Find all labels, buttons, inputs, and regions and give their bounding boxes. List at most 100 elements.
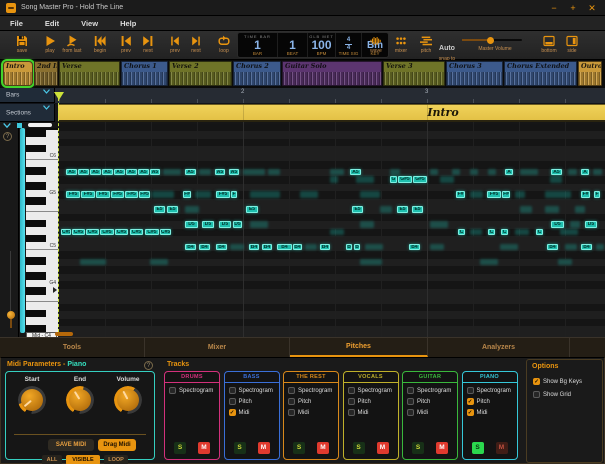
overview-segment[interactable]: Chorus Extended xyxy=(504,61,577,86)
ghost-note[interactable] xyxy=(440,176,454,183)
checkbox-midi[interactable] xyxy=(288,409,295,416)
midi-note[interactable]: A5 xyxy=(185,169,196,176)
ghost-note[interactable] xyxy=(163,169,181,176)
transport-prev-button[interactable]: prev xyxy=(114,34,138,54)
midi-note[interactable]: E5 xyxy=(412,206,423,213)
piano-roll[interactable]: ? C6G5C5G4Mid - C4 A5A5A5A5A5A5A5A5A5A5A… xyxy=(0,122,605,337)
tab-pitches[interactable]: Pitches xyxy=(290,338,428,357)
sections-ruler-header[interactable]: Sections xyxy=(0,104,55,122)
bar-display[interactable]: TIME BAR 1 BAR xyxy=(238,33,278,57)
midi-note[interactable]: F xyxy=(594,191,600,198)
ghost-note[interactable] xyxy=(488,169,496,176)
midi-note[interactable]: D5 xyxy=(585,221,597,228)
checkbox-show-grid[interactable] xyxy=(533,391,540,398)
midi-note[interactable]: C#5 xyxy=(72,229,85,236)
checkbox-midi[interactable] xyxy=(407,409,414,416)
checkbox-pitch[interactable] xyxy=(407,398,414,405)
checkbox-spectrogram[interactable] xyxy=(169,387,176,394)
snap-to-control[interactable]: Auto snap to xyxy=(432,37,462,62)
black-key[interactable] xyxy=(26,197,58,205)
ghost-note[interactable] xyxy=(360,221,374,228)
midi-note[interactable]: A5 xyxy=(114,169,125,176)
midi-note[interactable]: E5 xyxy=(246,206,258,213)
ghost-note[interactable] xyxy=(560,229,578,236)
sections-chevron-icon[interactable] xyxy=(42,104,51,111)
knob-volume[interactable]: Volume xyxy=(106,376,150,414)
knob-start[interactable]: Start xyxy=(10,376,54,414)
midi-note[interactable]: A5 xyxy=(126,169,137,176)
midi-note[interactable]: D5 xyxy=(219,221,231,228)
checkbox-pitch[interactable] xyxy=(229,398,236,405)
ghost-note[interactable] xyxy=(596,244,604,251)
ghost-note[interactable] xyxy=(250,191,280,198)
ghost-note[interactable] xyxy=(390,169,400,176)
view-wave-button[interactable]: wave xyxy=(364,34,388,54)
bars-ruler[interactable]: Bars 23 xyxy=(0,88,605,104)
midi-note[interactable]: F#5 xyxy=(111,191,124,198)
black-key[interactable] xyxy=(26,235,58,243)
volume-knob[interactable] xyxy=(114,386,142,414)
midi-note[interactable]: G#5 xyxy=(398,176,412,183)
midi-note[interactable]: F#5 xyxy=(487,191,501,198)
midi-note[interactable]: A xyxy=(581,169,589,176)
ghost-note[interactable] xyxy=(360,259,382,266)
white-key[interactable] xyxy=(26,205,58,213)
range-loop-button[interactable]: LOOP xyxy=(104,455,128,464)
beat-display[interactable]: 1 BEAT xyxy=(278,33,308,57)
master-volume-slider[interactable] xyxy=(462,39,522,41)
knob-end[interactable]: End xyxy=(58,376,102,414)
ghost-note[interactable] xyxy=(430,169,438,176)
ghost-note[interactable] xyxy=(500,244,518,251)
midi-note[interactable]: G#5 xyxy=(413,176,427,183)
midi-note[interactable]: F# xyxy=(581,191,590,198)
transport-from-last-button[interactable]: from last xyxy=(60,34,84,54)
white-key[interactable] xyxy=(26,265,58,273)
transport-next-button[interactable]: next xyxy=(184,34,208,54)
midi-note[interactable]: B4 xyxy=(293,244,302,251)
midi-note[interactable]: C#5 xyxy=(160,229,171,236)
overview-segment[interactable]: Verse 2 xyxy=(169,61,232,86)
ghost-note[interactable] xyxy=(330,229,344,236)
midi-note[interactable]: C#5 xyxy=(115,229,128,236)
midi-note[interactable]: E5 xyxy=(397,206,408,213)
white-key[interactable] xyxy=(26,227,58,235)
ghost-note[interactable] xyxy=(480,259,498,266)
midi-note[interactable]: D5 xyxy=(202,221,214,228)
ghost-note[interactable] xyxy=(470,169,478,176)
ghost-note[interactable] xyxy=(305,244,317,251)
ghost-note[interactable] xyxy=(565,244,577,251)
overview-segment[interactable]: Chorus 1 xyxy=(121,61,168,86)
keyboard-mini-scrollbar[interactable] xyxy=(28,123,52,127)
midi-note[interactable]: F# xyxy=(183,191,191,198)
midi-note[interactable]: C xyxy=(458,229,465,236)
solo-button[interactable]: S xyxy=(234,442,246,454)
mute-button[interactable]: M xyxy=(198,442,210,454)
midi-note[interactable]: B4 xyxy=(262,244,272,251)
white-key[interactable] xyxy=(26,302,58,310)
midi-note[interactable]: E5 xyxy=(167,206,178,213)
checkbox-pitch[interactable] xyxy=(348,398,355,405)
black-key[interactable] xyxy=(26,182,58,190)
midi-note[interactable]: A5 xyxy=(229,169,239,176)
midi-note[interactable]: C xyxy=(536,229,543,236)
dock-bottom-button[interactable]: bottom xyxy=(537,34,561,54)
overview-segment[interactable]: Guitar Solo xyxy=(282,61,382,86)
ghost-note[interactable] xyxy=(300,191,318,198)
ghost-note[interactable] xyxy=(152,191,174,198)
white-key[interactable] xyxy=(26,317,58,325)
white-key[interactable] xyxy=(26,250,58,258)
checkbox-spectrogram[interactable] xyxy=(229,387,236,394)
midi-note[interactable]: A5 xyxy=(350,169,361,176)
ghost-note[interactable] xyxy=(575,206,585,213)
tab-mixer[interactable]: Mixer xyxy=(145,338,290,357)
ghost-note[interactable] xyxy=(430,244,444,251)
ghost-note[interactable] xyxy=(568,169,577,176)
ghost-note[interactable] xyxy=(199,169,211,176)
close-button[interactable]: ✕ xyxy=(585,1,599,15)
overview-segment[interactable]: Verse xyxy=(59,61,120,86)
midi-note[interactable]: B4 xyxy=(249,244,259,251)
minimize-button[interactable]: − xyxy=(547,1,561,15)
keyboard-mini-handle[interactable] xyxy=(17,123,22,128)
ghost-note[interactable] xyxy=(430,221,448,228)
transport-begin-button[interactable]: begin xyxy=(88,34,112,54)
